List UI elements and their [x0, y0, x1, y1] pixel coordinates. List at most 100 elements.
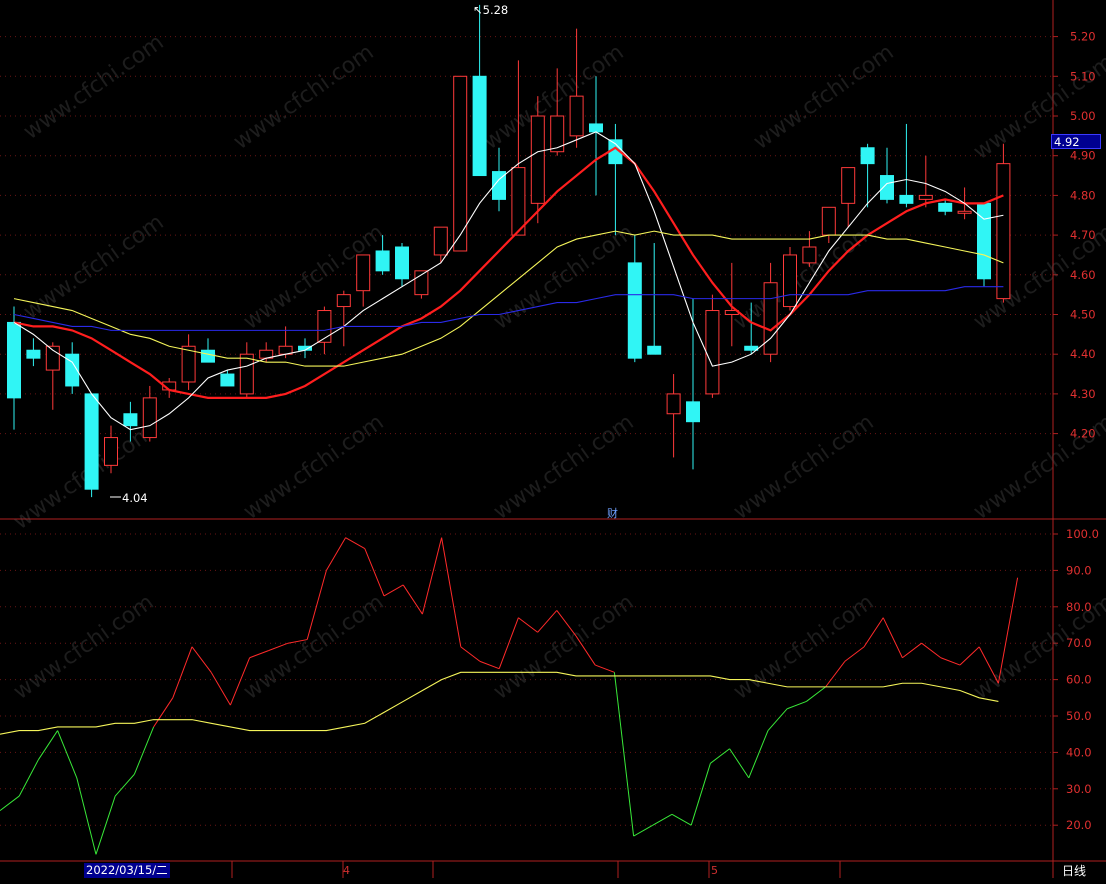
price-tick-label: 4.60 [1070, 268, 1096, 282]
low-price-value: 4.04 [122, 491, 148, 505]
candle-body [239, 353, 254, 395]
oscillator-segment [114, 773, 135, 797]
oscillator-segment [460, 646, 481, 662]
oscillator-segment [729, 748, 750, 779]
period-button[interactable]: 日线 [1062, 862, 1086, 879]
candle-body [7, 321, 21, 399]
candle-body [744, 345, 759, 351]
candle [239, 342, 254, 398]
price-tick-label: 4.80 [1070, 188, 1096, 202]
candle-body [763, 282, 778, 355]
month-label-4: 4 [343, 864, 350, 877]
month-label-5: 5 [711, 864, 718, 877]
oscillator-segment [0, 795, 20, 812]
oscillator-segment [210, 672, 231, 706]
oscillator-segment [153, 697, 174, 728]
oscillator-segment [921, 642, 942, 659]
oscillator-segment [613, 672, 635, 837]
candle-body [317, 310, 332, 343]
price-tick-label: 5.10 [1070, 69, 1096, 83]
oscillator-segment [18, 759, 39, 797]
candle [918, 155, 933, 208]
oscillator-segment [172, 646, 193, 698]
candle-body [336, 294, 351, 308]
candle [84, 393, 99, 498]
candle-body [375, 250, 390, 272]
candle-body [802, 246, 817, 264]
candle-body [977, 202, 991, 280]
candle [705, 294, 720, 398]
candle-body [453, 75, 468, 252]
oscillator-segment [268, 642, 289, 651]
oscillator-segment [902, 642, 922, 659]
candle [627, 235, 642, 363]
candle-body [821, 206, 836, 236]
oscillator-segment [767, 708, 788, 731]
candle [763, 262, 778, 363]
oscillator-segment [325, 537, 347, 571]
candle-body [899, 194, 914, 204]
candle-body [104, 437, 118, 466]
candle [65, 342, 80, 394]
candle-body [860, 147, 875, 165]
oscillator-segment [383, 584, 404, 597]
oscillator-segment [633, 824, 654, 837]
high-price-marker: ↖5.28 [473, 3, 509, 17]
candle-body [395, 246, 409, 280]
candle [162, 378, 177, 398]
oscillator-segment [95, 795, 116, 855]
watermark-text: www.cfchi.com [19, 30, 168, 145]
finance-event-marker[interactable]: 财 [607, 505, 618, 521]
candle [589, 76, 603, 196]
candle [356, 254, 371, 307]
watermark-text: www.cfchi.com [229, 40, 378, 155]
oscillator-segment [421, 537, 443, 615]
oscillator-segment [748, 730, 769, 779]
candle-body [201, 349, 215, 363]
oscillator-tick-label: 40.0 [1066, 745, 1092, 759]
candle [724, 262, 739, 347]
oscillator-tick-label: 90.0 [1066, 563, 1092, 577]
oscillator-segment [518, 617, 538, 633]
oscillator-segment [441, 537, 462, 647]
oscillator-tick-label: 30.0 [1066, 782, 1092, 796]
candle [860, 143, 875, 208]
candle [259, 342, 274, 363]
watermark-text: www.cfchi.com [9, 420, 158, 535]
oscillator-segment [133, 726, 155, 775]
price-tick-label: 4.30 [1070, 387, 1096, 401]
oscillator-segment [595, 664, 615, 673]
candle [880, 147, 894, 204]
candle [821, 206, 836, 244]
oscillator-segment [537, 610, 558, 633]
oscillator-segment [652, 813, 673, 826]
candle-body [841, 167, 856, 204]
price-tick-label: 4.50 [1070, 308, 1096, 322]
candle-body [123, 413, 138, 427]
candle-body [472, 75, 487, 177]
watermark-text: www.cfchi.com [19, 210, 168, 325]
oscillator-segment [787, 700, 807, 710]
candle [201, 338, 215, 363]
oscillator-segment [710, 748, 730, 764]
candle-body [686, 401, 700, 423]
stock-chart: www.cfchi.com www.cfchi.com www.cfchi.com w… [0, 0, 1106, 878]
candle [783, 247, 797, 311]
price-tick-label: 4.70 [1070, 228, 1096, 242]
oscillator-segment [671, 813, 692, 826]
candle [666, 374, 681, 458]
oscillator-tick-label: 70.0 [1066, 636, 1092, 650]
oscillator-tick-label: 80.0 [1066, 600, 1092, 614]
candle [996, 143, 1011, 303]
oscillator-tick-label: 50.0 [1066, 709, 1092, 723]
oscillator-segment [844, 646, 865, 662]
candle-body [142, 397, 157, 439]
candle [433, 226, 448, 263]
oscillator-segment [940, 657, 961, 666]
candle-body [957, 210, 972, 214]
candle [899, 123, 914, 208]
oscillator-segment [57, 730, 78, 779]
oscillator-segment [249, 650, 269, 659]
oscillator-segment [825, 661, 846, 688]
watermark-text: www.cfchi.com [749, 40, 898, 155]
